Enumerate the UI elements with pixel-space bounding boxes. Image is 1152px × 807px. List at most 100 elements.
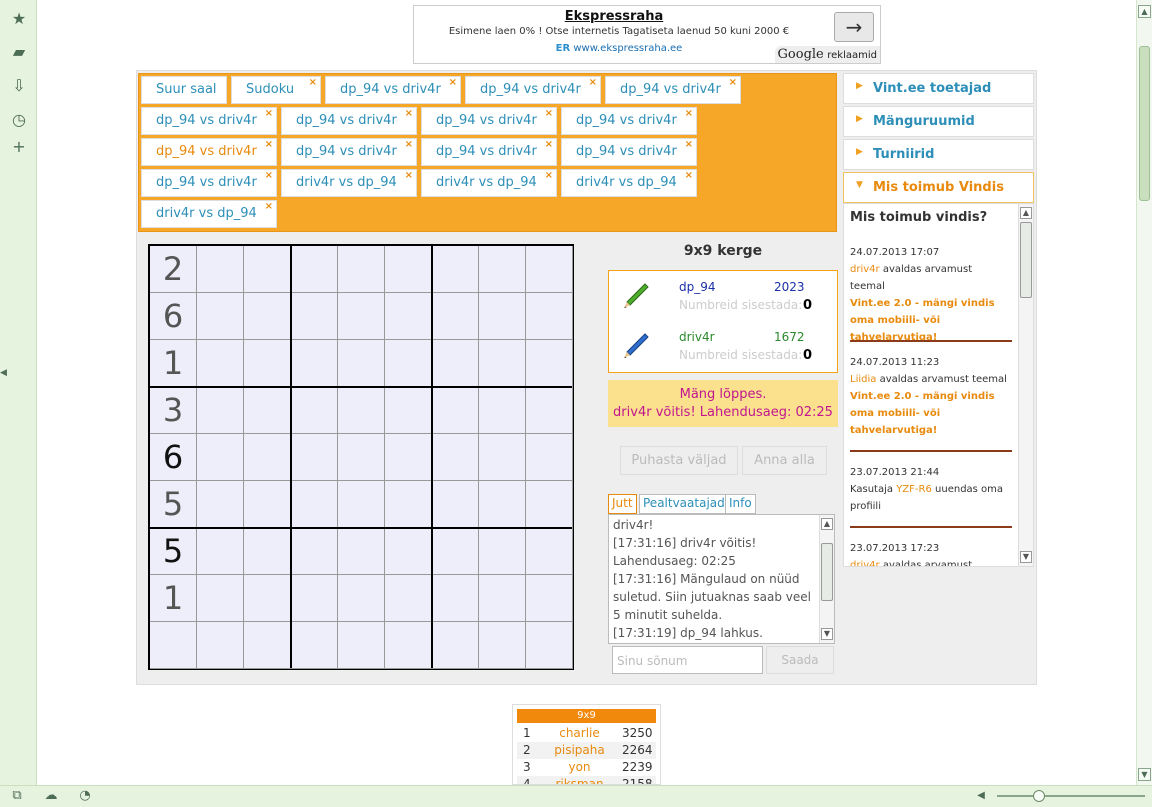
close-tab-icon[interactable]: × xyxy=(309,77,317,88)
sudoku-cell[interactable] xyxy=(526,434,573,481)
sudoku-cell[interactable] xyxy=(385,622,432,669)
sudoku-cell[interactable] xyxy=(526,575,573,622)
news-item[interactable]: 23.07.2013 21:44 Kasutaja YZF-R6 uuendas … xyxy=(850,464,1010,515)
sudoku-cell[interactable] xyxy=(291,340,338,387)
sudoku-cell[interactable] xyxy=(338,340,385,387)
sudoku-cell[interactable] xyxy=(479,528,526,575)
sudoku-cell[interactable] xyxy=(432,481,479,528)
close-tab-icon[interactable]: × xyxy=(685,170,693,181)
sudoku-cell[interactable] xyxy=(479,387,526,434)
scroll-thumb[interactable] xyxy=(821,543,833,601)
sudoku-cell[interactable] xyxy=(432,387,479,434)
sudoku-cell[interactable] xyxy=(526,622,573,669)
tab-spectators[interactable]: Pealtvaatajad xyxy=(639,494,729,514)
room-tab[interactable]: dp_94 vs driv4r × xyxy=(141,138,277,166)
sudoku-cell[interactable] xyxy=(479,434,526,481)
room-tab[interactable]: dp_94 vs driv4r × xyxy=(421,138,557,166)
sudoku-cell[interactable] xyxy=(479,622,526,669)
close-tab-icon[interactable]: × xyxy=(405,108,413,119)
google-ads-label[interactable]: Google reklaamid xyxy=(774,46,880,63)
player-name[interactable]: driv4r xyxy=(679,330,715,344)
ad-url[interactable]: ER www.ekspressraha.ee xyxy=(414,43,824,54)
sudoku-cell[interactable] xyxy=(244,481,291,528)
sudoku-cell[interactable]: 5 xyxy=(150,528,197,575)
zoom-out-icon[interactable]: ◀ xyxy=(973,788,989,804)
news-user[interactable]: driv4r xyxy=(850,264,880,275)
sudoku-cell[interactable] xyxy=(338,575,385,622)
sudoku-cell[interactable] xyxy=(338,481,385,528)
scroll-up-icon[interactable]: ▲ xyxy=(1138,5,1151,18)
sudoku-cell[interactable] xyxy=(479,481,526,528)
menu-supporters[interactable]: ▶ Vint.ee toetajad xyxy=(843,73,1034,104)
room-tab[interactable]: driv4r vs dp_94 × xyxy=(281,169,417,197)
star-icon[interactable]: ★ xyxy=(10,10,28,28)
close-tab-icon[interactable]: × xyxy=(405,170,413,181)
sudoku-cell[interactable] xyxy=(244,622,291,669)
menu-game-rooms[interactable]: ▶ Mänguruumid xyxy=(843,106,1034,137)
scroll-down-icon[interactable]: ▼ xyxy=(821,628,833,640)
sudoku-cell[interactable] xyxy=(244,434,291,481)
sudoku-cell[interactable]: 6 xyxy=(150,293,197,340)
room-tab[interactable]: driv4r vs dp_94 × xyxy=(141,200,277,228)
close-tab-icon[interactable]: × xyxy=(729,77,737,88)
sudoku-cell[interactable] xyxy=(197,575,244,622)
sudoku-cell[interactable] xyxy=(385,293,432,340)
sudoku-board[interactable]: 26136551 xyxy=(148,244,574,670)
sudoku-cell[interactable] xyxy=(385,481,432,528)
message-input[interactable]: Sinu sõnum xyxy=(612,646,763,674)
sudoku-cell[interactable] xyxy=(338,528,385,575)
news-user[interactable]: Liidia xyxy=(850,374,876,385)
tab-chat[interactable]: Jutt xyxy=(608,494,637,514)
sudoku-cell[interactable] xyxy=(291,481,338,528)
sudoku-cell[interactable]: 2 xyxy=(150,246,197,293)
plus-icon[interactable]: + xyxy=(10,138,28,156)
player-link[interactable]: pisipaha xyxy=(537,743,622,757)
history-icon[interactable]: ◷ xyxy=(10,111,28,129)
player-link[interactable]: riksman xyxy=(537,777,622,784)
player-name[interactable]: dp_94 xyxy=(679,280,716,294)
menu-tournaments[interactable]: ▶ Turniirid xyxy=(843,139,1034,170)
sudoku-cell[interactable] xyxy=(526,293,573,340)
sudoku-cell[interactable] xyxy=(291,246,338,293)
close-tab-icon[interactable]: × xyxy=(265,170,273,181)
close-tab-icon[interactable]: × xyxy=(589,77,597,88)
room-tab[interactable]: Sudoku × xyxy=(231,76,321,104)
close-tab-icon[interactable]: × xyxy=(685,108,693,119)
menu-whats-happening[interactable]: ▼ Mis toimub Vindis xyxy=(843,172,1034,203)
send-button[interactable]: Saada xyxy=(766,646,834,674)
sudoku-cell[interactable] xyxy=(197,246,244,293)
collapse-arrow-icon[interactable]: ◀ xyxy=(0,368,7,388)
sudoku-cell[interactable] xyxy=(385,246,432,293)
sudoku-cell[interactable] xyxy=(338,293,385,340)
sudoku-cell[interactable] xyxy=(244,246,291,293)
news-link[interactable]: Vint.ee 2.0 - mängi vindis oma mobiili- … xyxy=(850,295,1010,346)
sudoku-cell[interactable] xyxy=(526,528,573,575)
sudoku-cell[interactable] xyxy=(244,528,291,575)
surrender-button[interactable]: Anna alla xyxy=(742,446,827,475)
close-tab-icon[interactable]: × xyxy=(449,77,457,88)
clear-fields-button[interactable]: Puhasta väljad xyxy=(620,446,738,475)
sudoku-cell[interactable] xyxy=(385,340,432,387)
sudoku-cell[interactable] xyxy=(197,481,244,528)
sudoku-cell[interactable] xyxy=(385,387,432,434)
news-item[interactable]: 24.07.2013 11:23 Liidia avaldas arvamust … xyxy=(850,354,1010,439)
sudoku-cell[interactable] xyxy=(432,246,479,293)
room-tab[interactable]: driv4r vs dp_94 × xyxy=(561,169,697,197)
tab-info[interactable]: Info xyxy=(725,494,756,514)
sudoku-cell[interactable] xyxy=(479,293,526,340)
sudoku-cell[interactable] xyxy=(197,434,244,481)
news-user[interactable]: driv4r xyxy=(850,560,880,566)
room-tab[interactable]: dp_94 vs driv4r × xyxy=(561,107,697,135)
sudoku-cell[interactable] xyxy=(385,528,432,575)
ad-url-text[interactable]: www.ekspressraha.ee xyxy=(573,43,682,54)
ad-go-button[interactable]: → xyxy=(834,12,874,42)
chat-scrollbar[interactable]: ▲ ▼ xyxy=(819,515,834,643)
zoom-track[interactable] xyxy=(997,795,1145,797)
room-tab[interactable]: dp_94 vs driv4r × xyxy=(561,138,697,166)
sudoku-cell[interactable] xyxy=(526,387,573,434)
sudoku-cell[interactable] xyxy=(479,575,526,622)
sudoku-cell[interactable] xyxy=(291,387,338,434)
close-tab-icon[interactable]: × xyxy=(265,201,273,212)
sudoku-cell[interactable] xyxy=(526,481,573,528)
sudoku-cell[interactable] xyxy=(338,622,385,669)
